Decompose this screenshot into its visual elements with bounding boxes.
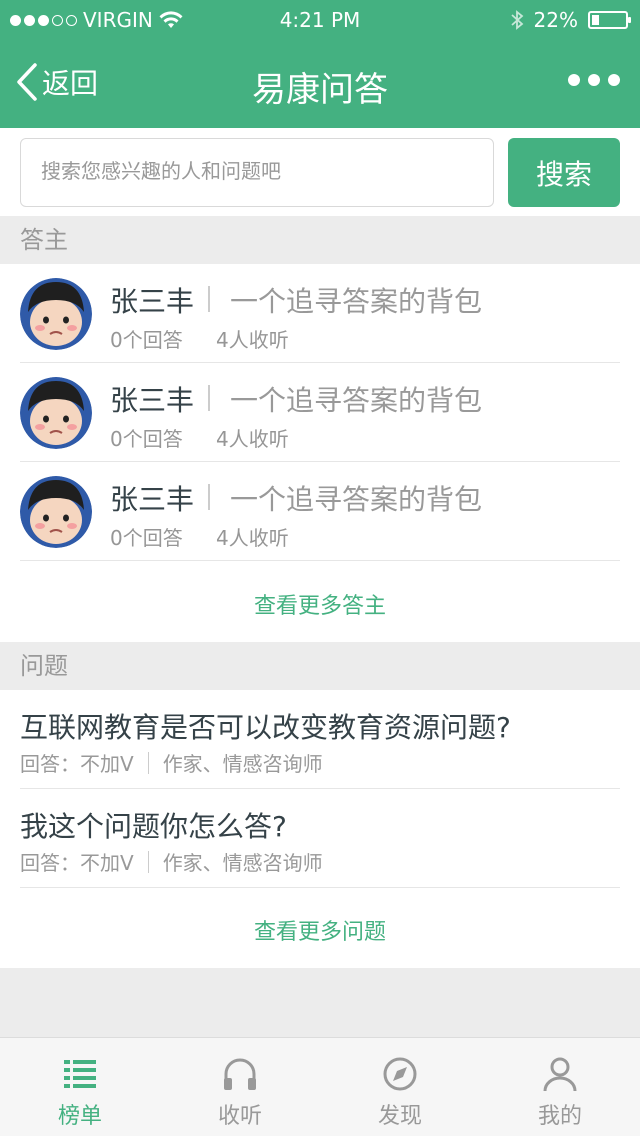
tab-label: 我的: [537, 1104, 582, 1129]
battery-icon: [588, 11, 631, 29]
answerer-name: 张三丰: [110, 483, 195, 516]
listener-count: 4人收听: [216, 526, 289, 550]
answerer-name: 张三丰: [110, 384, 195, 417]
search-input[interactable]: [20, 138, 494, 207]
answerer-item[interactable]: 张三丰 一个追寻答案的背包 0个回答 4人收听: [20, 363, 620, 462]
answerer-list: 张三丰 一个追寻答案的背包 0个回答 4人收听 张三丰 一个追寻答案的背包 0个…: [0, 264, 640, 642]
tab-listen[interactable]: 收听: [160, 1038, 320, 1136]
answerer-motto: 一个追寻答案的背包: [230, 285, 483, 318]
app-header: VIRGIN 4:21 PM 22% 返回 易康问答: [0, 0, 640, 128]
listener-count: 4人收听: [216, 328, 289, 352]
more-dot-icon: [588, 74, 600, 86]
question-answerer-tag: 作家、情感咨询师: [162, 851, 323, 875]
tab-discover[interactable]: 发现: [320, 1038, 480, 1136]
nav-bar: 返回 易康问答: [0, 40, 640, 128]
answerer-motto: 一个追寻答案的背包: [230, 483, 483, 516]
question-answerer: 回答：不加V: [20, 851, 134, 875]
tab-mine[interactable]: 我的: [480, 1038, 640, 1136]
avatar: [20, 476, 92, 548]
divider: [147, 850, 149, 873]
divider: [147, 751, 149, 774]
tab-ranking[interactable]: 榜单: [0, 1038, 160, 1136]
answerer-motto: 一个追寻答案的背包: [230, 384, 483, 417]
more-dot-icon: [608, 74, 620, 86]
headphones-icon: [224, 1058, 256, 1090]
status-right: 22%: [510, 8, 631, 32]
more-dot-icon: [568, 74, 580, 86]
user-icon: [543, 1057, 577, 1092]
question-item[interactable]: 互联网教育是否可以改变教育资源问题? 回答：不加V 作家、情感咨询师: [20, 690, 620, 789]
divider: [208, 286, 210, 312]
answer-count: 0个回答: [110, 427, 183, 451]
compass-icon: [383, 1057, 417, 1091]
more-button[interactable]: [568, 74, 620, 86]
answer-count: 0个回答: [110, 328, 183, 352]
question-title: 互联网教育是否可以改变教育资源问题?: [20, 711, 511, 744]
section-title-answerers: 答主: [0, 216, 640, 264]
listener-count: 4人收听: [216, 427, 289, 451]
question-answerer-tag: 作家、情感咨询师: [162, 752, 323, 776]
avatar: [20, 278, 92, 350]
avatar: [20, 377, 92, 449]
answerer-item[interactable]: 张三丰 一个追寻答案的背包 0个回答 4人收听: [20, 264, 620, 363]
question-meta: 回答：不加V 作家、情感咨询师: [20, 847, 323, 876]
more-answerers-link[interactable]: 查看更多答主: [0, 588, 640, 620]
answerer-item[interactable]: 张三丰 一个追寻答案的背包 0个回答 4人收听: [20, 462, 620, 561]
section-title-questions: 问题: [0, 642, 640, 690]
question-item[interactable]: 我这个问题你怎么答? 回答：不加V 作家、情感咨询师: [20, 789, 620, 888]
more-questions-link[interactable]: 查看更多问题: [0, 914, 640, 946]
page-title: 易康问答: [252, 70, 388, 110]
search-bar: 搜索: [0, 128, 640, 216]
question-list: 互联网教育是否可以改变教育资源问题? 回答：不加V 作家、情感咨询师 我这个问题…: [0, 690, 640, 968]
tab-bar: 榜单 收听 发现 我的: [0, 1037, 640, 1136]
divider: [208, 385, 210, 411]
search-button[interactable]: 搜索: [508, 138, 620, 207]
divider: [208, 484, 210, 510]
answer-count: 0个回答: [110, 526, 183, 550]
status-bar: VIRGIN 4:21 PM 22%: [0, 0, 640, 40]
list-icon: [64, 1060, 96, 1088]
answerer-name: 张三丰: [110, 285, 195, 318]
bluetooth-icon: [510, 10, 523, 30]
question-title: 我这个问题你怎么答?: [20, 810, 287, 843]
tab-label: 榜单: [57, 1104, 102, 1129]
question-meta: 回答：不加V 作家、情感咨询师: [20, 748, 323, 777]
tab-label: 收听: [217, 1104, 262, 1129]
battery-percent: 22%: [533, 8, 578, 32]
question-answerer: 回答：不加V: [20, 752, 134, 776]
tab-label: 发现: [377, 1104, 422, 1129]
